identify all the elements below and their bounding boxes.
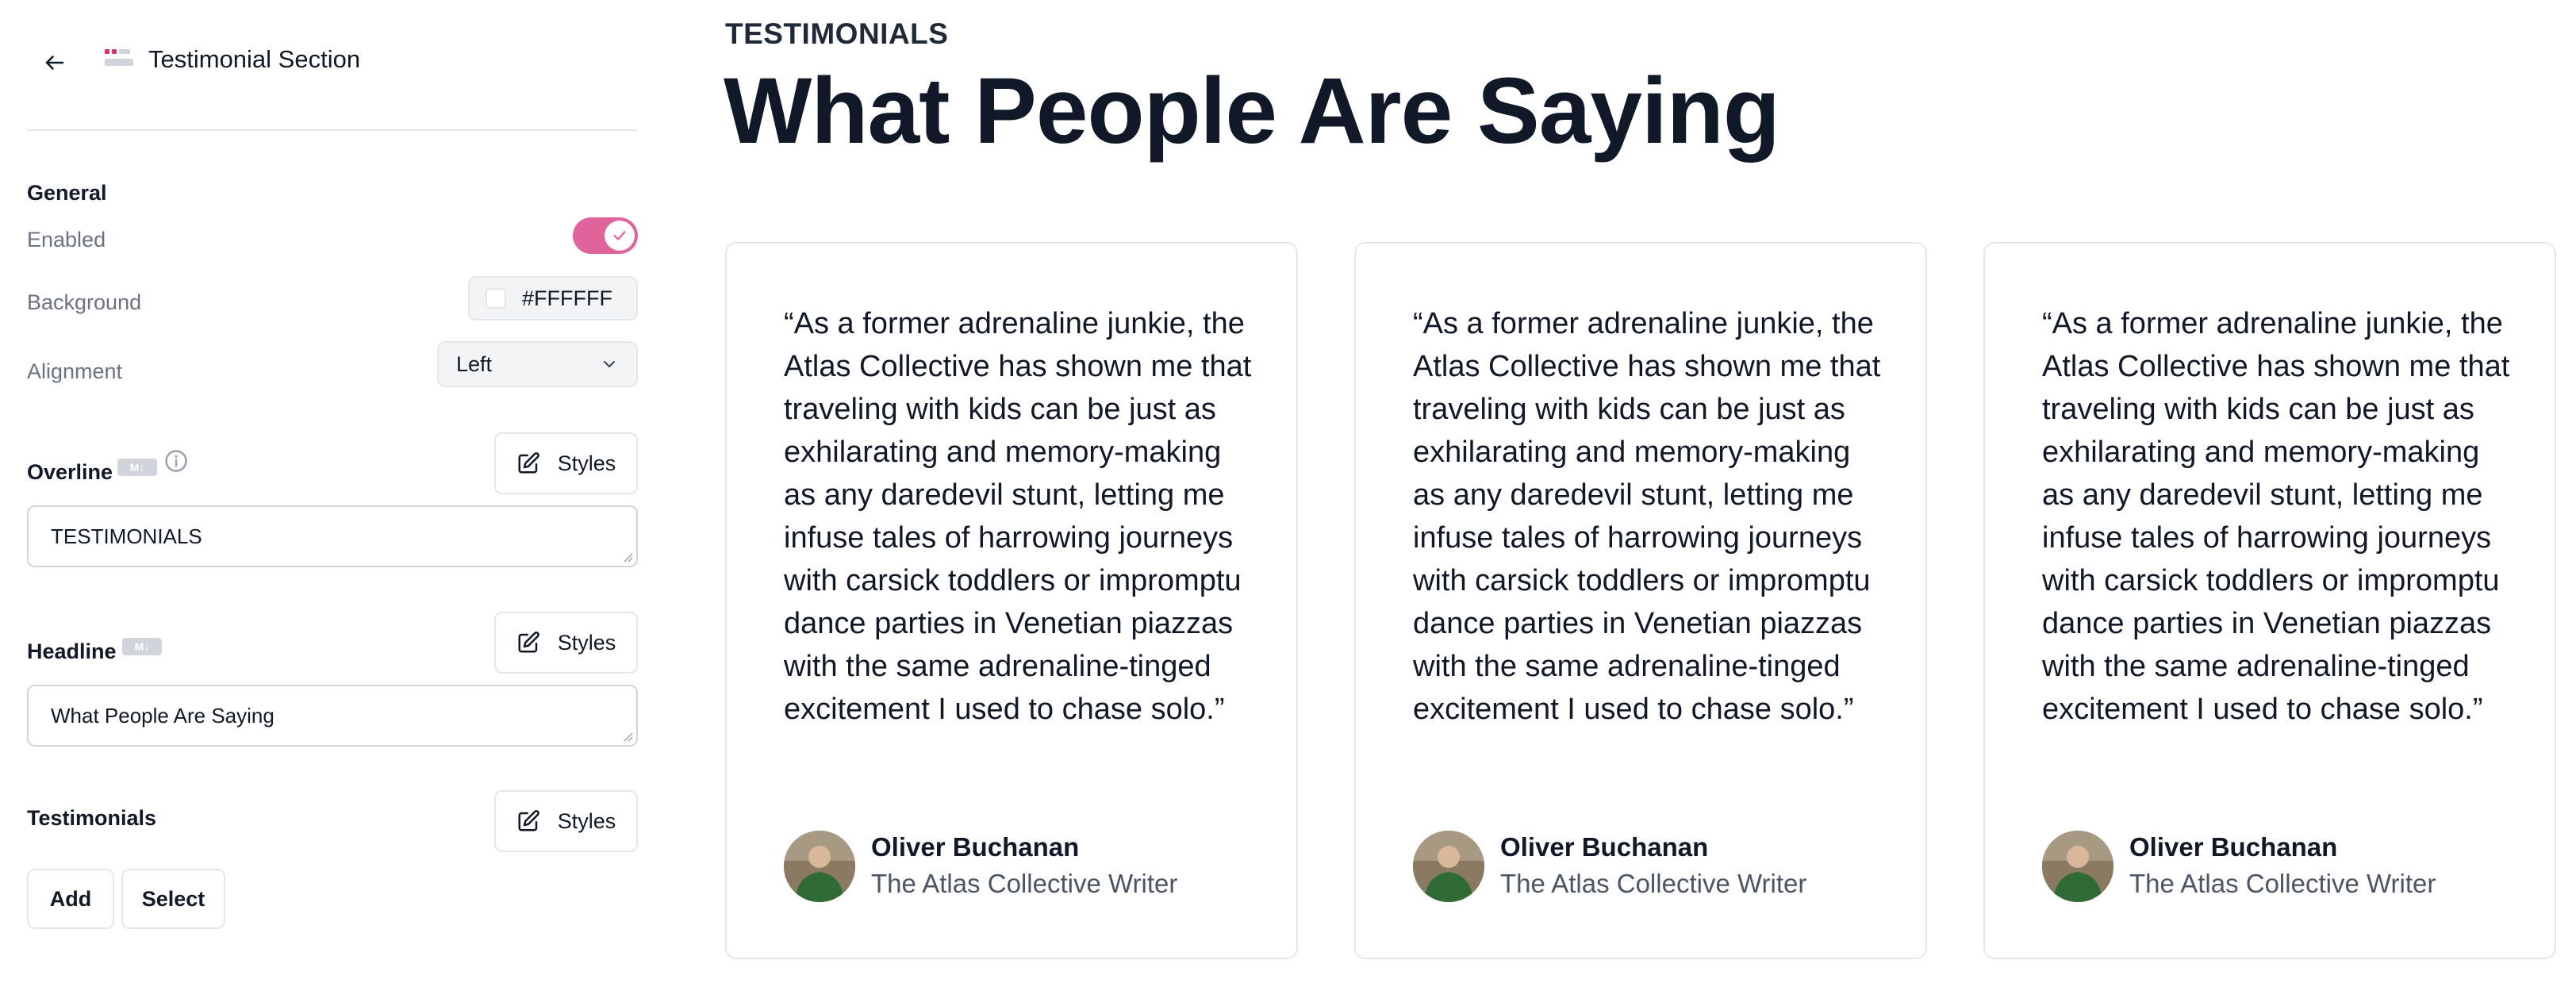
preview-headline: What People Are Saying [724,59,1780,163]
toggle-knob [605,221,635,251]
testimonial-card: “As a former adrenaline junkie, the Atla… [1354,242,1927,959]
section-title: Testimonial Section [148,45,361,73]
info-icon[interactable] [164,449,188,473]
edit-icon [518,632,539,653]
avatar [784,831,855,902]
header-divider [27,129,638,131]
overline-label: Overline [27,460,113,484]
author-name: Oliver Buchanan [871,832,1080,862]
author-role: The Atlas Collective Writer [871,869,1178,898]
resize-handle-icon[interactable] [622,731,633,742]
background-color-value: #FFFFFF [522,286,612,310]
overline-input-value: TESTIMONIALS [51,524,202,548]
alignment-select[interactable]: Left [437,341,638,387]
author-role: The Atlas Collective Writer [2129,869,2436,898]
testimonial-section-icon [105,49,133,66]
markdown-icon: M↓ [122,638,162,655]
alignment-value: Left [456,351,493,376]
edit-icon [518,452,539,474]
headline-input[interactable]: What People Are Saying [27,685,638,747]
author-name: Oliver Buchanan [2129,832,2338,862]
resize-handle-icon[interactable] [622,551,633,563]
general-group-label: General [27,181,107,205]
arrow-left-icon [45,56,64,70]
check-icon [613,231,626,240]
enabled-label: Enabled [27,228,106,252]
author-photo-icon [784,831,855,902]
styles-label: Styles [557,630,616,655]
testimonial-quote: “As a former adrenaline junkie, the Atla… [2042,307,2510,726]
author-photo-icon [2042,831,2113,902]
color-swatch [486,288,506,309]
settings-sidebar: Testimonial Section General Enabled Back… [0,0,658,983]
testimonials-styles-button[interactable]: Styles [494,790,638,852]
testimonials-label: Testimonials [27,806,157,830]
avatar [1413,831,1484,902]
author-photo-icon [1413,831,1484,902]
testimonial-quote: “As a former adrenaline junkie, the Atla… [1413,307,1881,726]
background-color-input[interactable]: #FFFFFF [468,276,638,321]
styles-label: Styles [557,808,616,833]
select-testimonial-button[interactable]: Select [121,869,225,929]
edit-icon [518,810,539,831]
alignment-label: Alignment [27,359,123,383]
enabled-toggle[interactable] [573,217,638,254]
preview-overline: TESTIMONIALS [725,17,949,50]
add-testimonial-button[interactable]: Add [27,869,114,929]
headline-input-value: What People Are Saying [51,703,274,728]
background-label: Background [27,290,142,314]
chevron-down-icon [604,361,615,367]
overline-styles-button[interactable]: Styles [494,432,638,494]
testimonial-card: “As a former adrenaline junkie, the Atla… [725,242,1298,959]
headline-label: Headline [27,639,117,663]
author-name: Oliver Buchanan [1500,832,1709,862]
styles-label: Styles [557,451,616,475]
back-button[interactable] [36,44,73,81]
testimonial-card: “As a former adrenaline junkie, the Atla… [1983,242,2556,959]
markdown-icon: M↓ [117,459,157,476]
testimonial-quote: “As a former adrenaline junkie, the Atla… [784,307,1252,726]
overline-input[interactable]: TESTIMONIALS [27,505,638,567]
author-role: The Atlas Collective Writer [1500,869,1807,898]
avatar [2042,831,2113,902]
headline-styles-button[interactable]: Styles [494,612,638,674]
